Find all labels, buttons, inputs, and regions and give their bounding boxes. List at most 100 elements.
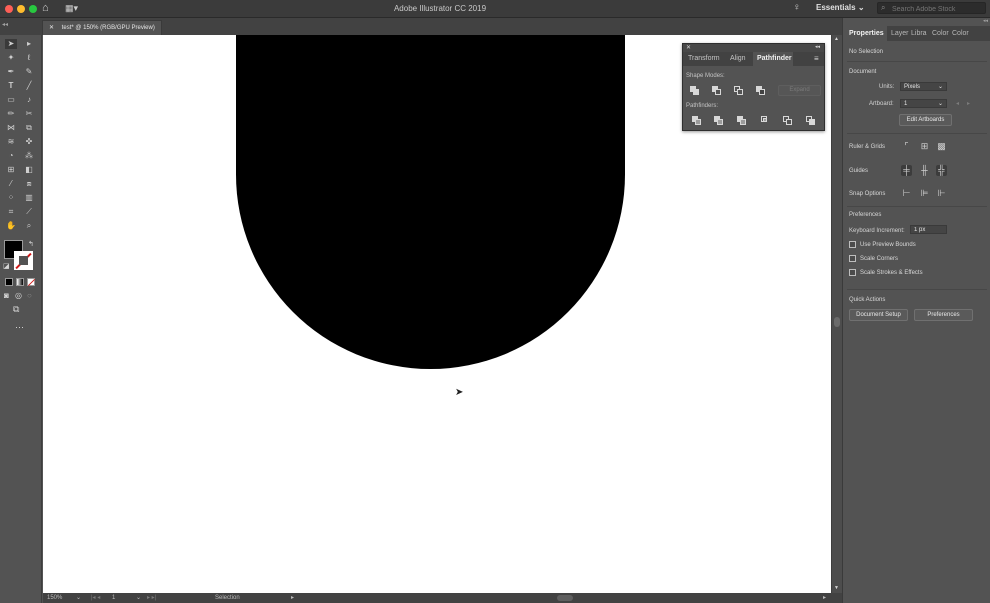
live-paint-tool-icon[interactable]: ⁂ <box>23 151 35 161</box>
zoom-tool-icon[interactable]: ⌕ <box>23 221 35 231</box>
first-artboard-icon[interactable]: |◂ ◂ <box>91 594 100 601</box>
screen-mode-icon[interactable]: ⧉ <box>13 304 19 315</box>
scale-tool-icon[interactable]: ⧉ <box>23 123 35 133</box>
close-tab-icon[interactable]: ✕ <box>49 25 54 31</box>
warp-tool-icon[interactable]: ≋ <box>5 137 17 147</box>
panel-header[interactable]: ✕ ◂◂ <box>683 44 824 52</box>
zoom-level[interactable]: 150% <box>47 595 62 601</box>
rectangle-tool-icon[interactable]: ▭ <box>5 95 17 105</box>
previous-artboard-icon[interactable]: ◂ <box>956 100 959 107</box>
tab-pathfinder[interactable]: Pathfinder <box>753 52 793 66</box>
vertical-scrollbar[interactable]: ▲ ▼ <box>831 35 842 593</box>
eyedropper-tool-icon[interactable]: ⁄ <box>5 179 17 189</box>
document-tab[interactable]: ✕ test* @ 150% (RGB/GPU Preview) <box>42 20 162 35</box>
next-artboard-icon[interactable]: ▸ <box>967 100 970 107</box>
trim-icon[interactable] <box>714 116 723 125</box>
minus-front-icon[interactable] <box>712 86 721 95</box>
mesh-tool-icon[interactable]: ⊞ <box>5 165 17 175</box>
stroke-swatch[interactable] <box>14 251 33 270</box>
vertical-scroll-thumb[interactable] <box>834 317 840 327</box>
gradient-mode-icon[interactable] <box>16 278 24 286</box>
use-preview-bounds-checkbox[interactable] <box>849 241 856 248</box>
type-tool-icon[interactable]: T <box>5 81 17 91</box>
preferences-button[interactable]: Preferences <box>914 309 973 321</box>
gradient-tool-icon[interactable]: ◧ <box>23 165 35 175</box>
line-tool-icon[interactable]: ╱ <box>23 81 35 91</box>
horizontal-scroll-thumb[interactable] <box>557 595 573 601</box>
edit-artboards-button[interactable]: Edit Artboards <box>899 114 952 126</box>
paintbrush-tool-icon[interactable]: ♪ <box>23 95 35 105</box>
direct-selection-tool-icon[interactable]: ▸ <box>23 39 35 49</box>
magic-wand-tool-icon[interactable]: ✦ <box>5 53 17 63</box>
crop-icon[interactable] <box>761 116 770 125</box>
tab-libraries[interactable]: Libra <box>911 26 927 41</box>
keyboard-increment-input[interactable] <box>910 225 947 234</box>
document-setup-button[interactable]: Document Setup <box>849 309 908 321</box>
minus-back-icon[interactable] <box>806 116 815 125</box>
close-panel-icon[interactable]: ✕ <box>686 44 691 51</box>
draw-behind-icon[interactable]: ◎ <box>15 291 22 300</box>
more-tools-icon[interactable]: ⋯ <box>15 322 24 333</box>
lasso-tool-icon[interactable]: ℓ <box>23 53 35 63</box>
artboard-number[interactable]: 1 <box>112 595 115 601</box>
show-guides-icon[interactable]: ╪ <box>901 165 912 176</box>
hand-tool-icon[interactable]: ✋ <box>5 221 17 231</box>
scroll-up-icon[interactable]: ▲ <box>834 36 839 42</box>
tab-layers[interactable]: Layer <box>891 26 909 41</box>
none-mode-icon[interactable] <box>27 278 36 287</box>
workspace-switcher[interactable]: Essentials ⌄ <box>816 3 865 12</box>
panel-menu-icon[interactable]: ≡ <box>814 54 819 63</box>
units-select[interactable]: Pixels ⌄ <box>900 82 947 91</box>
graph-tool-icon[interactable]: ▥ <box>23 193 35 203</box>
lock-guides-icon[interactable]: ╫ <box>919 165 930 176</box>
scroll-right-icon[interactable]: ▸ <box>823 594 826 601</box>
merge-icon[interactable] <box>737 116 746 125</box>
tab-align[interactable]: Align <box>730 52 752 66</box>
default-fill-stroke-icon[interactable]: ◪ <box>3 262 10 270</box>
tab-properties[interactable]: Properties <box>843 26 887 41</box>
draw-normal-icon[interactable]: ◙ <box>4 291 9 300</box>
tab-color[interactable]: Color <box>932 26 949 41</box>
zoom-dropdown-icon[interactable]: ⌄ <box>76 594 81 601</box>
snap-to-grid-icon[interactable]: ⊫ <box>919 188 930 199</box>
scale-strokes-checkbox[interactable] <box>849 269 856 276</box>
snap-to-pixel-icon[interactable]: ⊩ <box>936 188 947 199</box>
scale-corners-checkbox[interactable] <box>849 255 856 262</box>
collapse-panel-icon[interactable]: ◂◂ <box>815 44 820 50</box>
scroll-down-icon[interactable]: ▼ <box>834 585 839 591</box>
puppet-warp-tool-icon[interactable]: ✜ <box>23 137 35 147</box>
intersect-icon[interactable] <box>734 86 743 95</box>
artboard-dropdown-icon[interactable]: ⌄ <box>136 594 141 601</box>
status-menu-icon[interactable]: ▸ <box>291 594 294 601</box>
outline-icon[interactable] <box>783 116 792 125</box>
draw-inside-icon[interactable]: ○ <box>27 291 32 300</box>
shaper-tool-icon[interactable]: ✏ <box>5 109 17 119</box>
color-mode-icon[interactable] <box>5 278 13 286</box>
curvature-tool-icon[interactable]: ✎ <box>23 67 35 77</box>
shape-builder-tool-icon[interactable]: ◔ <box>5 151 17 161</box>
blend-tool-icon[interactable]: ⧈ <box>23 179 35 189</box>
smart-guides-icon[interactable]: ╬ <box>936 165 947 176</box>
symbol-sprayer-tool-icon[interactable]: ⁘ <box>5 193 17 203</box>
artboard-tool-icon[interactable]: ⌗ <box>5 207 17 217</box>
grid-icon[interactable]: ⊞ <box>919 141 930 152</box>
ruler-icon[interactable]: ⌜ <box>901 141 912 152</box>
selection-tool-icon[interactable]: ➤ <box>5 39 17 49</box>
unite-icon[interactable] <box>690 86 699 95</box>
lightbulb-icon[interactable]: ♀ <box>793 2 801 13</box>
artboard-select[interactable]: 1 ⌄ <box>900 99 947 108</box>
scissors-tool-icon[interactable]: ✂ <box>23 109 35 119</box>
tab-transform[interactable]: Transform <box>688 52 724 66</box>
swap-fill-stroke-icon[interactable]: ↰ <box>28 240 34 248</box>
transparency-grid-icon[interactable]: ▩ <box>936 141 947 152</box>
expand-button[interactable]: Expand <box>778 85 821 96</box>
reflect-tool-icon[interactable]: ⋈ <box>5 123 17 133</box>
tab-color-guide[interactable]: Color <box>952 26 969 41</box>
slice-tool-icon[interactable]: ⟋ <box>23 207 35 217</box>
snap-to-point-icon[interactable]: ⊢ <box>901 188 912 199</box>
collapse-dock-icon[interactable]: ◂◂ <box>983 18 988 24</box>
stock-search-input[interactable] <box>877 2 986 14</box>
next-artboard-icon[interactable]: ▸ ▸| <box>147 594 156 601</box>
rounded-shape[interactable] <box>236 35 625 369</box>
collapse-toolbar-icon[interactable]: ◂◂ <box>2 21 8 28</box>
